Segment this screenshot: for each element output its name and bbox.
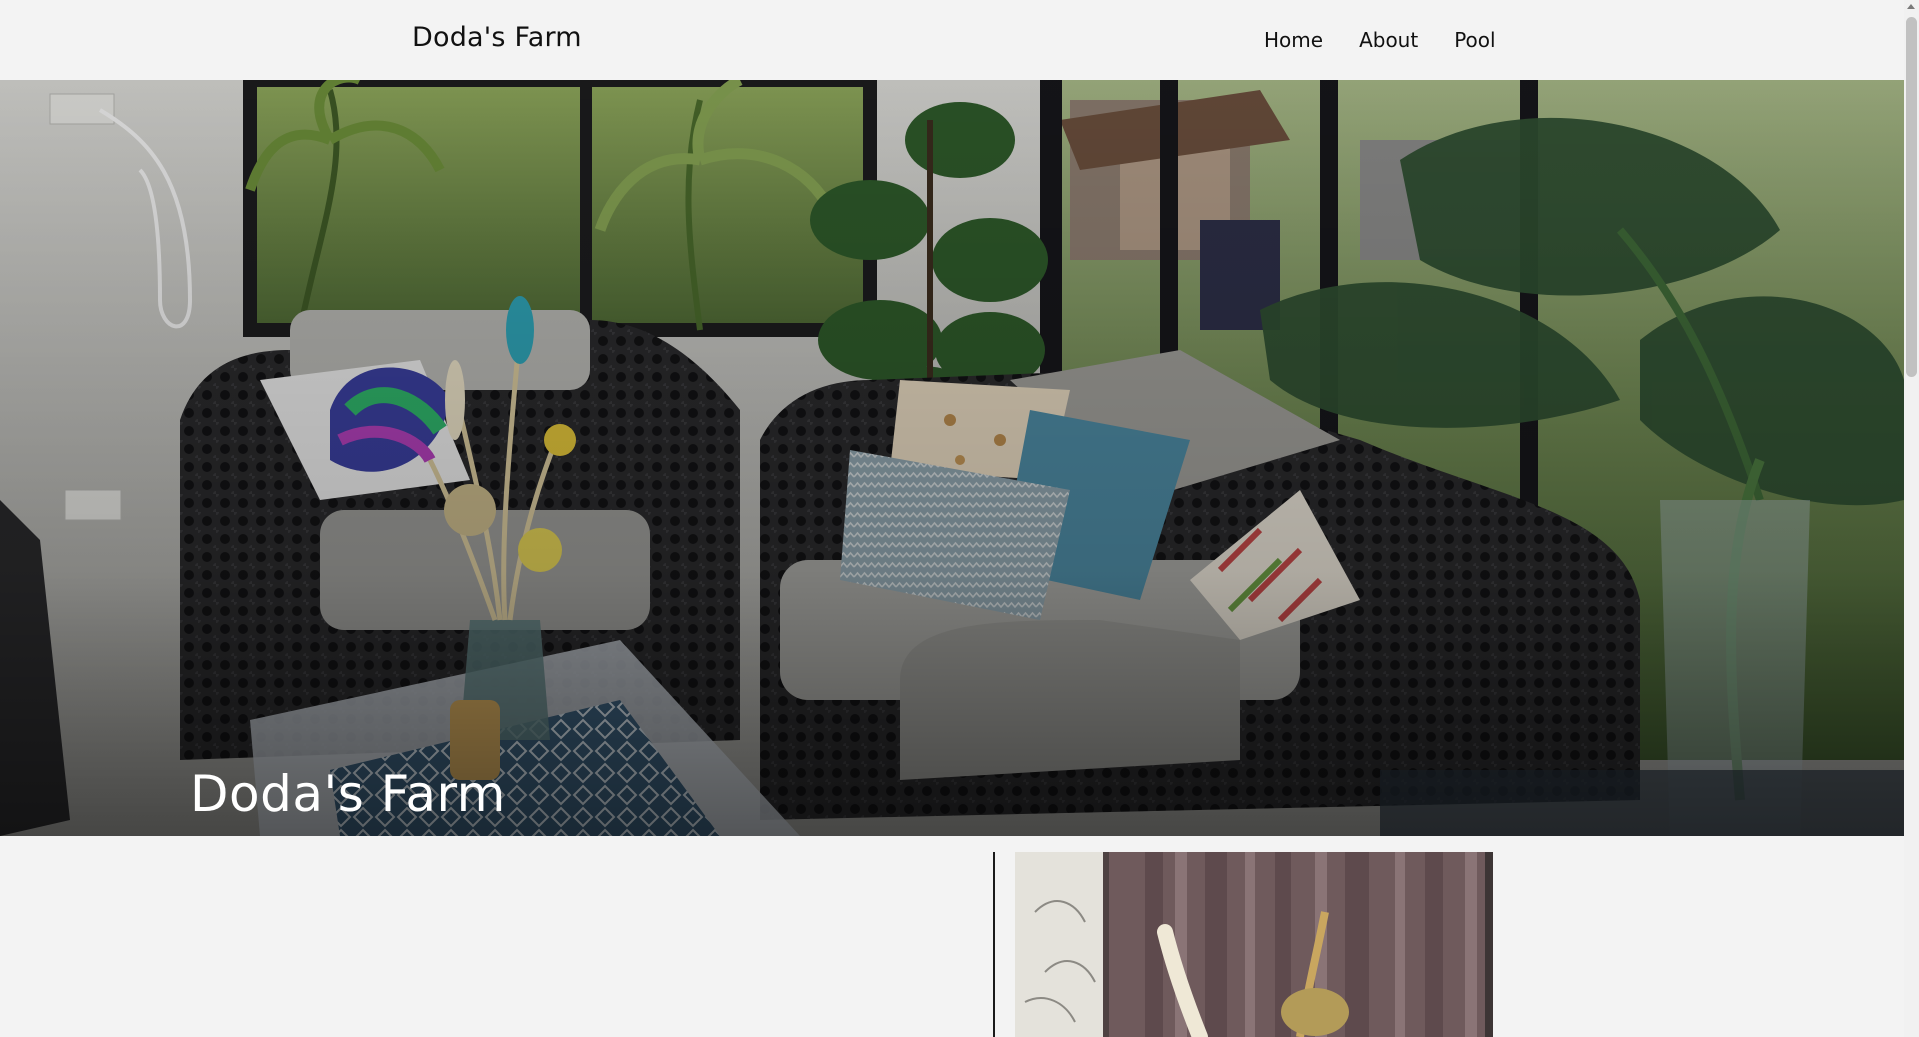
hero-title: Doda's Farm <box>190 765 506 823</box>
hero-image <box>0 80 1904 836</box>
nav-link-about[interactable]: About <box>1359 28 1418 52</box>
page: Doda's Farm Home About Pool Doda's Farm <box>0 0 1919 1037</box>
curtain-flowers-image <box>1015 852 1493 1037</box>
brand-logo-link[interactable]: Doda's Farm <box>412 22 582 53</box>
curtain-flowers-photo-icon <box>1015 852 1493 1037</box>
nav-link-pool[interactable]: Pool <box>1454 28 1495 52</box>
vertical-divider <box>993 852 995 1037</box>
hero-section: Doda's Farm <box>0 80 1904 836</box>
navbar: Doda's Farm Home About Pool <box>0 0 1904 80</box>
nav-link-home[interactable]: Home <box>1264 28 1323 52</box>
scroll-up-arrow-icon[interactable] <box>1907 4 1915 9</box>
page-scrollbar[interactable] <box>1904 0 1919 1037</box>
nav-links: Home About Pool <box>1264 28 1496 52</box>
scrollbar-thumb[interactable] <box>1906 17 1917 377</box>
